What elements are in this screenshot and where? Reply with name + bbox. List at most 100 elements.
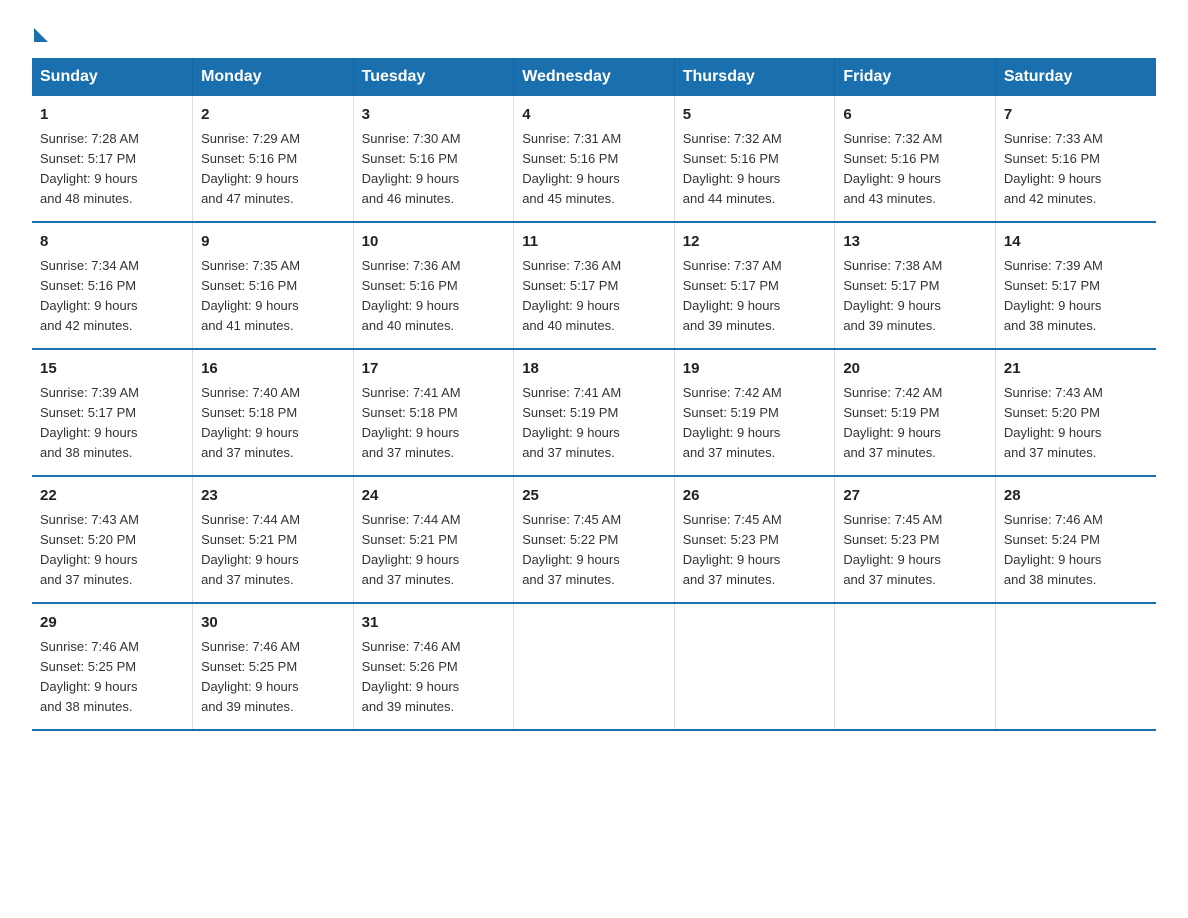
day-cell: 8 Sunrise: 7:34 AMSunset: 5:16 PMDaylight… [32,222,193,349]
day-number: 24 [362,485,506,508]
day-cell: 19 Sunrise: 7:42 AMSunset: 5:19 PMDayligh… [674,349,835,476]
day-cell: 12 Sunrise: 7:37 AMSunset: 5:17 PMDayligh… [674,222,835,349]
day-cell: 25Sunrise: 7:45 AMSunset: 5:22 PMDayligh… [514,476,675,603]
logo [32,24,48,38]
day-cell: 1 Sunrise: 7:28 AMSunset: 5:17 PMDaylight… [32,96,193,222]
day-info: Sunrise: 7:46 AMSunset: 5:25 PMDaylight:… [40,639,139,714]
day-info: Sunrise: 7:44 AMSunset: 5:21 PMDaylight:… [201,512,300,587]
day-info: Sunrise: 7:43 AMSunset: 5:20 PMDaylight:… [1004,385,1103,460]
day-cell: 15 Sunrise: 7:39 AMSunset: 5:17 PMDayligh… [32,349,193,476]
day-info: Sunrise: 7:29 AMSunset: 5:16 PMDaylight:… [201,131,300,206]
day-cell: 5 Sunrise: 7:32 AMSunset: 5:16 PMDaylight… [674,96,835,222]
day-cell [674,603,835,730]
day-number: 2 [201,104,345,127]
day-info: Sunrise: 7:32 AMSunset: 5:16 PMDaylight:… [843,131,942,206]
header-cell-thursday: Thursday [674,58,835,96]
day-cell: 4 Sunrise: 7:31 AMSunset: 5:16 PMDaylight… [514,96,675,222]
day-info: Sunrise: 7:36 AMSunset: 5:17 PMDaylight:… [522,258,621,333]
day-cell: 6 Sunrise: 7:32 AMSunset: 5:16 PMDaylight… [835,96,996,222]
calendar-table: SundayMondayTuesdayWednesdayThursdayFrid… [32,58,1156,731]
day-info: Sunrise: 7:42 AMSunset: 5:19 PMDaylight:… [683,385,782,460]
header-row: SundayMondayTuesdayWednesdayThursdayFrid… [32,58,1156,96]
day-cell: 17Sunrise: 7:41 AMSunset: 5:18 PMDayligh… [353,349,514,476]
header-cell-wednesday: Wednesday [514,58,675,96]
calendar-body: 1 Sunrise: 7:28 AMSunset: 5:17 PMDaylight… [32,96,1156,730]
day-info: Sunrise: 7:38 AMSunset: 5:17 PMDaylight:… [843,258,942,333]
day-cell: 20 Sunrise: 7:42 AMSunset: 5:19 PMDayligh… [835,349,996,476]
logo-arrow-icon [34,28,48,42]
day-info: Sunrise: 7:32 AMSunset: 5:16 PMDaylight:… [683,131,782,206]
header-cell-friday: Friday [835,58,996,96]
day-cell: 7Sunrise: 7:33 AMSunset: 5:16 PMDaylight… [995,96,1156,222]
day-cell: 22Sunrise: 7:43 AMSunset: 5:20 PMDayligh… [32,476,193,603]
header [32,24,1156,38]
day-cell: 30 Sunrise: 7:46 AMSunset: 5:25 PMDayligh… [193,603,354,730]
day-cell: 10Sunrise: 7:36 AMSunset: 5:16 PMDayligh… [353,222,514,349]
day-cell: 26Sunrise: 7:45 AMSunset: 5:23 PMDayligh… [674,476,835,603]
week-row-4: 22Sunrise: 7:43 AMSunset: 5:20 PMDayligh… [32,476,1156,603]
day-number: 19 [683,358,827,381]
day-cell: 13 Sunrise: 7:38 AMSunset: 5:17 PMDayligh… [835,222,996,349]
day-number: 14 [1004,231,1148,254]
day-number: 15 [40,358,184,381]
day-number: 4 [522,104,666,127]
week-row-5: 29 Sunrise: 7:46 AMSunset: 5:25 PMDayligh… [32,603,1156,730]
day-number: 25 [522,485,666,508]
day-number: 13 [843,231,987,254]
day-info: Sunrise: 7:45 AMSunset: 5:23 PMDaylight:… [683,512,782,587]
day-cell: 28 Sunrise: 7:46 AMSunset: 5:24 PMDayligh… [995,476,1156,603]
header-cell-sunday: Sunday [32,58,193,96]
day-number: 20 [843,358,987,381]
day-info: Sunrise: 7:33 AMSunset: 5:16 PMDaylight:… [1004,131,1103,206]
day-info: Sunrise: 7:43 AMSunset: 5:20 PMDaylight:… [40,512,139,587]
day-number: 8 [40,231,184,254]
day-info: Sunrise: 7:40 AMSunset: 5:18 PMDaylight:… [201,385,300,460]
day-info: Sunrise: 7:41 AMSunset: 5:19 PMDaylight:… [522,385,621,460]
day-cell [514,603,675,730]
day-cell: 14 Sunrise: 7:39 AMSunset: 5:17 PMDayligh… [995,222,1156,349]
day-info: Sunrise: 7:45 AMSunset: 5:23 PMDaylight:… [843,512,942,587]
day-cell: 29 Sunrise: 7:46 AMSunset: 5:25 PMDayligh… [32,603,193,730]
day-info: Sunrise: 7:36 AMSunset: 5:16 PMDaylight:… [362,258,461,333]
day-info: Sunrise: 7:37 AMSunset: 5:17 PMDaylight:… [683,258,782,333]
day-cell: 23 Sunrise: 7:44 AMSunset: 5:21 PMDayligh… [193,476,354,603]
day-info: Sunrise: 7:28 AMSunset: 5:17 PMDaylight:… [40,131,139,206]
day-number: 12 [683,231,827,254]
day-number: 28 [1004,485,1148,508]
day-info: Sunrise: 7:30 AMSunset: 5:16 PMDaylight:… [362,131,461,206]
day-number: 1 [40,104,184,127]
week-row-1: 1 Sunrise: 7:28 AMSunset: 5:17 PMDaylight… [32,96,1156,222]
day-number: 30 [201,612,345,635]
day-number: 27 [843,485,987,508]
day-cell: 31Sunrise: 7:46 AMSunset: 5:26 PMDayligh… [353,603,514,730]
day-info: Sunrise: 7:46 AMSunset: 5:25 PMDaylight:… [201,639,300,714]
day-number: 18 [522,358,666,381]
day-cell: 18 Sunrise: 7:41 AMSunset: 5:19 PMDayligh… [514,349,675,476]
day-cell: 3 Sunrise: 7:30 AMSunset: 5:16 PMDaylight… [353,96,514,222]
day-number: 5 [683,104,827,127]
day-info: Sunrise: 7:41 AMSunset: 5:18 PMDaylight:… [362,385,461,460]
week-row-3: 15 Sunrise: 7:39 AMSunset: 5:17 PMDayligh… [32,349,1156,476]
day-cell: 9Sunrise: 7:35 AMSunset: 5:16 PMDaylight… [193,222,354,349]
calendar-header: SundayMondayTuesdayWednesdayThursdayFrid… [32,58,1156,96]
day-number: 29 [40,612,184,635]
day-cell: 2 Sunrise: 7:29 AMSunset: 5:16 PMDaylight… [193,96,354,222]
day-cell: 11 Sunrise: 7:36 AMSunset: 5:17 PMDayligh… [514,222,675,349]
day-info: Sunrise: 7:39 AMSunset: 5:17 PMDaylight:… [40,385,139,460]
day-cell: 24Sunrise: 7:44 AMSunset: 5:21 PMDayligh… [353,476,514,603]
day-info: Sunrise: 7:42 AMSunset: 5:19 PMDaylight:… [843,385,942,460]
day-cell [835,603,996,730]
header-cell-tuesday: Tuesday [353,58,514,96]
day-number: 23 [201,485,345,508]
day-info: Sunrise: 7:31 AMSunset: 5:16 PMDaylight:… [522,131,621,206]
day-number: 6 [843,104,987,127]
day-info: Sunrise: 7:34 AMSunset: 5:16 PMDaylight:… [40,258,139,333]
day-info: Sunrise: 7:39 AMSunset: 5:17 PMDaylight:… [1004,258,1103,333]
day-cell: 16Sunrise: 7:40 AMSunset: 5:18 PMDayligh… [193,349,354,476]
day-info: Sunrise: 7:46 AMSunset: 5:24 PMDaylight:… [1004,512,1103,587]
day-info: Sunrise: 7:35 AMSunset: 5:16 PMDaylight:… [201,258,300,333]
day-number: 3 [362,104,506,127]
day-cell: 21Sunrise: 7:43 AMSunset: 5:20 PMDayligh… [995,349,1156,476]
day-number: 11 [522,231,666,254]
header-cell-monday: Monday [193,58,354,96]
